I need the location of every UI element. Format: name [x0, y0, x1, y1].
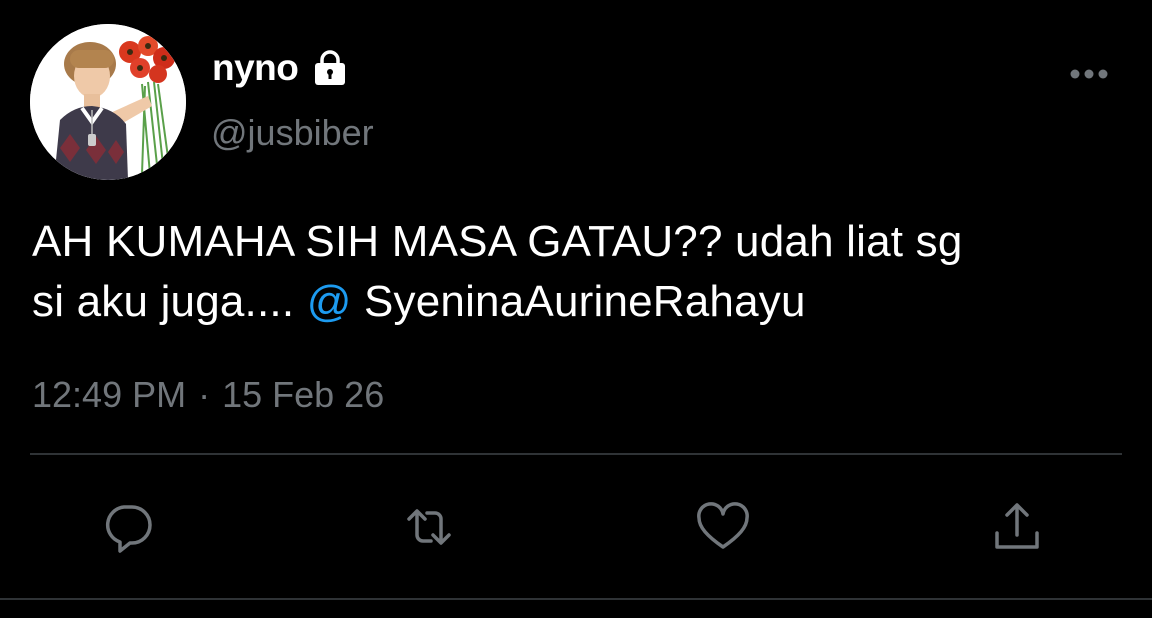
tweet-text: AH KUMAHA SIH MASA GATAU?? udah liat sg … [32, 212, 1132, 332]
retweet-icon [407, 509, 451, 545]
avatar[interactable] [30, 24, 186, 180]
tweet-text-line-1: AH KUMAHA SIH MASA GATAU?? udah liat sg [32, 217, 963, 266]
retweet-button[interactable] [397, 495, 461, 559]
mention-at-link[interactable]: @ [307, 277, 352, 326]
name-row: nyno [212, 46, 350, 90]
bottom-divider [0, 598, 1152, 600]
tweet-time[interactable]: 12:49 PM [32, 374, 186, 416]
more-icon[interactable] [1068, 62, 1110, 86]
reply-button[interactable] [96, 495, 160, 559]
timestamp-separator: · [198, 374, 211, 415]
share-button[interactable] [985, 495, 1049, 559]
lock-icon [310, 48, 350, 88]
like-button[interactable] [691, 495, 755, 559]
tweet: nyno @jusbiber AH KUMAHA SIH MASA GATAU?… [0, 0, 1152, 618]
divider [30, 453, 1122, 455]
tweet-date[interactable]: 15 Feb 26 [222, 374, 384, 416]
display-name[interactable]: nyno [212, 47, 299, 89]
mention-name: SyeninaAurineRahayu [351, 277, 806, 326]
user-handle[interactable]: @jusbiber [211, 112, 374, 154]
like-icon [697, 502, 749, 549]
tweet-text-line-2: si aku juga.... @ SyeninaAurineRahayu [32, 272, 1132, 332]
tweet-timestamp: 12:49 PM · 15 Feb 26 [32, 374, 384, 416]
share-icon [995, 503, 1039, 549]
reply-icon [105, 505, 152, 553]
action-bar [0, 495, 1152, 559]
tweet-text-prefix: si aku juga.... [32, 277, 307, 326]
avatar-image [30, 24, 186, 180]
